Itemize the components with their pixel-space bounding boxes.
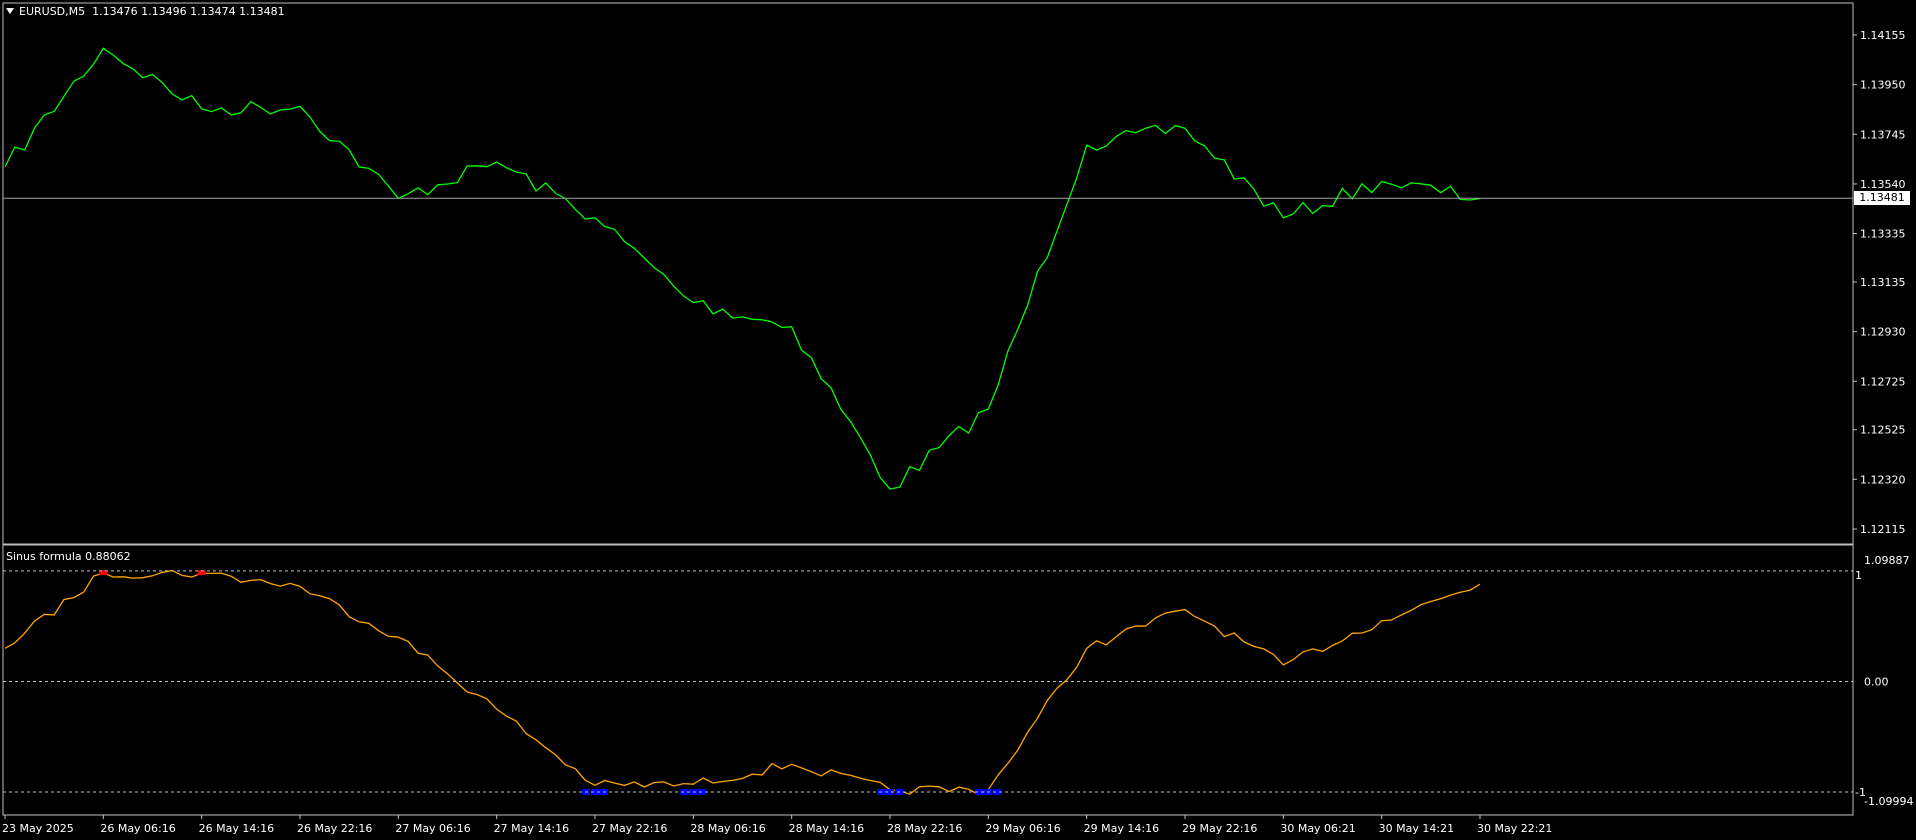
indicator-series-layer [4,569,1481,796]
symbol-header: EURUSD,M5 1.13476 1.13496 1.13474 1.1348… [6,5,285,18]
main-pane-frame [2,2,1854,545]
price-axis-label: 1.12930 [1860,326,1906,339]
price-axis-label: 1.12725 [1860,375,1906,388]
indicator-axis-bottom: -1.09994 [1864,795,1913,808]
time-axis-label: 28 May 06:16 [690,822,765,835]
time-axis-label: 27 May 22:16 [592,822,667,835]
price-axis-label: 1.13335 [1860,228,1906,241]
price-axis-label: 1.12320 [1860,473,1906,486]
time-axis-label: 30 May 14:21 [1379,822,1454,835]
indicator-header: Sinus formula 0.88062 [6,550,131,563]
indicator-name: Sinus formula [6,550,82,563]
indicator-value: 0.88062 [85,550,131,563]
price-axis-label: 1.12115 [1860,523,1906,536]
price-axis-label: 1.13540 [1860,178,1906,191]
time-axis-label: 23 May 2025 [2,822,74,835]
time-axis-label: 28 May 14:16 [789,822,864,835]
ohlc-label: 1.13476 1.13496 1.13474 1.13481 [92,5,285,18]
time-axis-label: 30 May 22:21 [1477,822,1552,835]
symbol-label: EURUSD,M5 [19,5,86,18]
time-axis-label: 28 May 22:16 [887,822,962,835]
indicator-axis-top: 1.09887 [1864,554,1910,567]
price-series-layer [4,47,1481,490]
axes-layer: 1.14155 1.13950 1.13745 1.13540 1.13335 1.131… [2,29,1913,835]
time-axis-label: 29 May 14:16 [1084,822,1159,835]
price-line-series [4,47,1481,490]
time-axis-label: 30 May 06:21 [1280,822,1355,835]
time-axis-label: 26 May 14:16 [199,822,274,835]
chart-canvas[interactable]: 1.14155 1.13950 1.13745 1.13540 1.13335 1.131… [0,0,1916,840]
chart-menu-triangle-icon[interactable] [6,8,14,14]
time-axis-label: 29 May 06:16 [985,822,1060,835]
time-axis-label: 26 May 06:16 [100,822,175,835]
time-axis-label: 26 May 22:16 [297,822,372,835]
current-price-tag: 1.13481 [1854,191,1910,206]
price-axis-label: 1.12525 [1860,424,1906,437]
price-axis-label: 1.13745 [1860,128,1906,141]
price-axis-label: 1.14155 [1860,29,1906,42]
indicator-axis-mid: 0.00 [1864,675,1889,688]
indicator-axis-top-level: 1 [1855,569,1862,582]
time-axis-label: 27 May 14:16 [494,822,569,835]
indicator-axis-bottom-level: -1 [1855,786,1866,799]
price-axis-label: 1.13950 [1860,79,1906,92]
price-axis-label: 1.13135 [1860,276,1906,289]
indicator-line-series [4,569,1481,796]
time-axis-label: 27 May 06:16 [395,822,470,835]
time-axis-label: 29 May 22:16 [1182,822,1257,835]
